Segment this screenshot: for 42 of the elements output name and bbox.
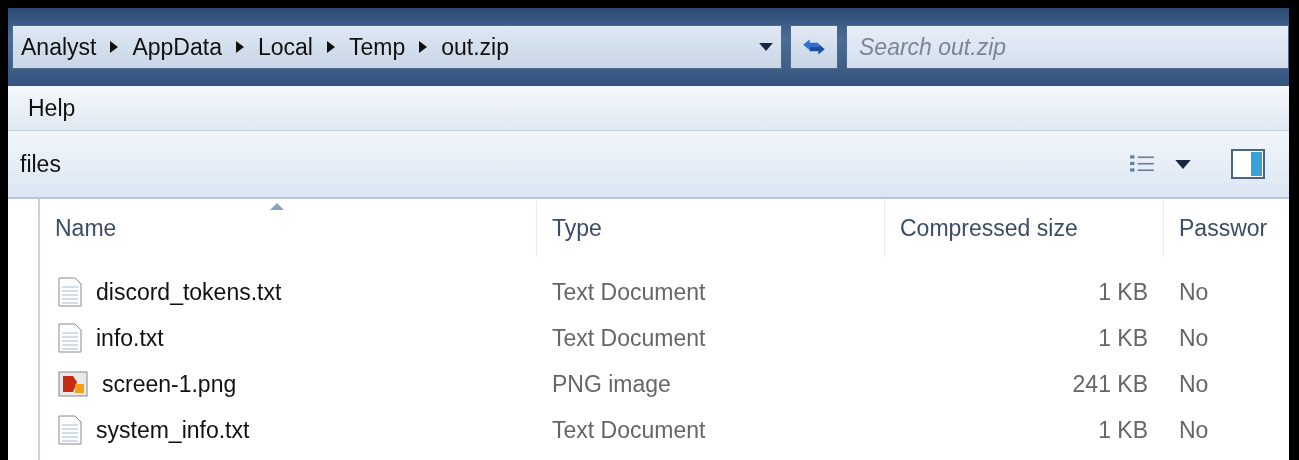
file-size: 1 KB [1098, 324, 1148, 352]
password-status: No [1179, 324, 1209, 352]
file-type: Text Document [552, 416, 706, 444]
file-name[interactable]: screen-1.png [102, 370, 237, 398]
file-size: 1 KB [1098, 278, 1148, 306]
column-header[interactable]: Compressed size [885, 199, 1164, 257]
breadcrumb[interactable]: Temp [348, 33, 406, 61]
text-file-icon [58, 415, 82, 445]
breadcrumb[interactable]: out.zip [441, 33, 509, 61]
file-size: 241 KB [1072, 370, 1148, 398]
breadcrumb[interactable]: AppData [132, 33, 222, 61]
address-field[interactable]: Analyst AppData Local Temp out.zip [12, 25, 782, 69]
column-header[interactable]: Name [40, 199, 537, 257]
file-type: PNG image [552, 370, 671, 398]
file-type: Text Document [552, 324, 706, 352]
text-file-icon [58, 277, 82, 307]
view-options-icon[interactable] [1129, 153, 1155, 175]
file-type: Text Document [552, 278, 706, 306]
column-header[interactable]: Passwor [1164, 199, 1282, 257]
image-file-icon [58, 369, 88, 399]
file-size: 1 KB [1098, 416, 1148, 444]
toolbar-label: files [20, 150, 61, 178]
chevron-right-icon [326, 41, 335, 53]
chevron-right-icon [110, 41, 119, 53]
chevron-right-icon [419, 41, 428, 53]
password-status: No [1179, 278, 1209, 306]
file-name[interactable]: system_info.txt [96, 416, 250, 444]
dropdown-arrow-icon[interactable] [1175, 159, 1191, 169]
preview-pane-icon[interactable] [1231, 149, 1265, 179]
menu-item[interactable]: Help [28, 94, 76, 122]
dropdown-arrow-icon[interactable] [759, 43, 773, 51]
file-name[interactable]: discord_tokens.txt [96, 278, 282, 306]
search-field[interactable]: Search out.zip [846, 25, 1289, 69]
refresh-button[interactable] [790, 25, 838, 69]
column-header[interactable]: Type [537, 199, 885, 257]
breadcrumb[interactable]: Analyst [21, 33, 97, 61]
password-status: No [1179, 416, 1209, 444]
chevron-right-icon [235, 41, 244, 53]
breadcrumb[interactable]: Local [257, 33, 313, 61]
file-name[interactable]: info.txt [96, 324, 164, 352]
password-status: No [1179, 370, 1209, 398]
text-file-icon [58, 323, 82, 353]
